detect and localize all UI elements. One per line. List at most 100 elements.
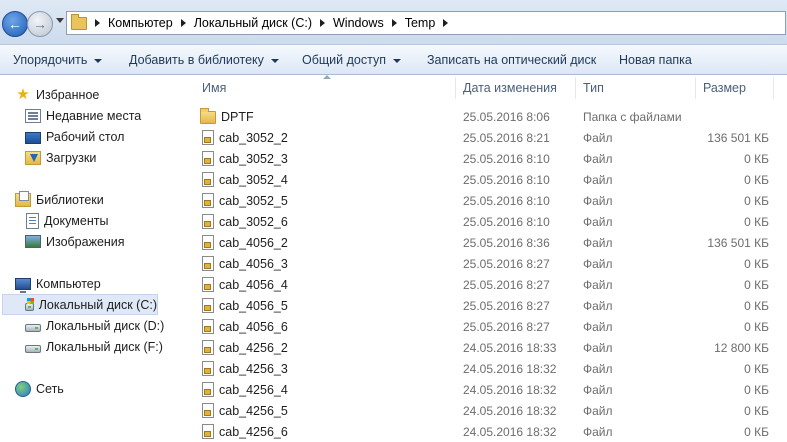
burn-button[interactable]: Записать на оптический диск xyxy=(427,53,596,67)
column-divider[interactable] xyxy=(695,77,696,99)
column-header-size[interactable]: Размер xyxy=(703,75,746,100)
column-header-name[interactable]: Имя xyxy=(202,75,226,100)
nav-computer-label: Компьютер xyxy=(36,276,101,291)
file-name: cab_3052_6 xyxy=(219,214,288,229)
arrow-left-icon: ← xyxy=(8,16,22,32)
file-type: Файл xyxy=(583,235,613,250)
file-row[interactable]: cab_3052_3 25.05.2016 8:10 Файл 0 КБ xyxy=(190,148,787,169)
share-button[interactable]: Общий доступ xyxy=(302,53,401,67)
nav-recent-places[interactable]: Недавние места xyxy=(25,105,141,126)
nav-downloads-label: Загрузки xyxy=(46,150,97,165)
column-type-label: Тип xyxy=(583,80,604,95)
file-name-cell: cab_4056_6 xyxy=(200,316,288,337)
file-row[interactable]: cab_3052_5 25.05.2016 8:10 Файл 0 КБ xyxy=(190,190,787,211)
recent-pages-dropdown[interactable] xyxy=(56,18,64,23)
file-name-cell: cab_4056_5 xyxy=(200,295,288,316)
organize-button[interactable]: Упорядочить xyxy=(13,53,103,67)
file-size: 12 800 КБ xyxy=(714,340,769,355)
new-folder-button[interactable]: Новая папка xyxy=(619,53,692,67)
forward-button[interactable]: → xyxy=(27,11,53,37)
file-name: cab_3052_5 xyxy=(219,193,288,208)
system-drive-icon xyxy=(25,298,34,311)
nav-drive-c[interactable]: Локальный диск (C:) xyxy=(2,294,158,315)
column-divider[interactable] xyxy=(575,77,576,99)
file-name: cab_3052_3 xyxy=(219,151,288,166)
arrow-right-icon: → xyxy=(33,16,47,32)
file-row[interactable]: cab_4056_4 25.05.2016 8:27 Файл 0 КБ xyxy=(190,274,787,295)
nav-downloads[interactable]: Загрузки xyxy=(25,147,96,168)
breadcrumb-drive-c[interactable]: Локальный диск (C:) xyxy=(194,16,312,30)
file-name-cell: cab_3052_2 xyxy=(200,127,288,148)
file-row[interactable]: cab_3052_2 25.05.2016 8:21 Файл 136 501 КБ xyxy=(190,127,787,148)
file-icon xyxy=(202,256,214,271)
nav-favorites[interactable]: ★ Избранное xyxy=(15,84,99,105)
nav-libraries[interactable]: Библиотеки xyxy=(15,189,104,210)
file-name-cell: cab_3052_5 xyxy=(200,190,288,211)
file-size: 0 КБ xyxy=(744,298,769,313)
nav-network-label: Сеть xyxy=(36,381,64,396)
nav-drive-f[interactable]: Локальный диск (F:) xyxy=(25,336,163,357)
file-row[interactable]: cab_3052_4 25.05.2016 8:10 Файл 0 КБ xyxy=(190,169,787,190)
nav-desktop[interactable]: Рабочий стол xyxy=(25,126,124,147)
back-button[interactable]: ← xyxy=(2,11,28,37)
desktop-icon xyxy=(25,131,41,144)
file-icon xyxy=(202,403,214,418)
organize-label: Упорядочить xyxy=(13,53,88,67)
file-row[interactable]: cab_4256_6 24.05.2016 18:32 Файл 0 КБ xyxy=(190,421,787,442)
nav-images[interactable]: Изображения xyxy=(25,231,125,252)
breadcrumb-arrow-icon[interactable] xyxy=(95,19,100,27)
column-divider[interactable] xyxy=(455,77,456,99)
nav-documents[interactable]: Документы xyxy=(25,210,108,231)
file-name: cab_4256_4 xyxy=(219,382,288,397)
file-list: Имя Дата изменения Тип Размер DPTF 25.05.… xyxy=(190,75,787,442)
file-row[interactable]: cab_4056_5 25.05.2016 8:27 Файл 0 КБ xyxy=(190,295,787,316)
file-name-cell: cab_4256_2 xyxy=(200,337,288,358)
file-icon xyxy=(202,193,214,208)
breadcrumb-computer[interactable]: Компьютер xyxy=(108,16,173,30)
breadcrumb-arrow-icon[interactable] xyxy=(443,19,449,27)
file-row[interactable]: DPTF 25.05.2016 8:06 Папка с файлами xyxy=(190,106,787,127)
breadcrumb-arrow-icon[interactable] xyxy=(320,19,325,27)
file-row[interactable]: cab_4056_6 25.05.2016 8:27 Файл 0 КБ xyxy=(190,316,787,337)
file-row[interactable]: cab_4056_2 25.05.2016 8:36 Файл 136 501 КБ xyxy=(190,232,787,253)
file-size: 0 КБ xyxy=(744,361,769,376)
file-name: cab_4256_6 xyxy=(219,424,288,439)
file-row[interactable]: cab_4256_2 24.05.2016 18:33 Файл 12 800 КБ xyxy=(190,337,787,358)
file-row[interactable]: cab_4256_4 24.05.2016 18:32 Файл 0 КБ xyxy=(190,379,787,400)
file-row[interactable]: cab_4256_3 24.05.2016 18:32 Файл 0 КБ xyxy=(190,358,787,379)
column-header-date[interactable]: Дата изменения xyxy=(463,75,557,100)
add-to-library-button[interactable]: Добавить в библиотеку xyxy=(129,53,279,67)
breadcrumb-arrow-icon[interactable] xyxy=(180,19,186,27)
nav-documents-label: Документы xyxy=(44,213,109,228)
nav-computer[interactable]: Компьютер xyxy=(15,273,101,294)
breadcrumb-windows[interactable]: Windows xyxy=(333,16,384,30)
command-bar: Упорядочить Добавить в библиотеку Общий … xyxy=(0,44,787,75)
recent-places-icon xyxy=(25,108,41,123)
file-row[interactable]: cab_3052_6 25.05.2016 8:10 Файл 0 КБ xyxy=(190,211,787,232)
file-date: 24.05.2016 18:33 xyxy=(463,340,557,355)
file-type: Файл xyxy=(583,424,613,439)
nav-network[interactable]: Сеть xyxy=(15,378,64,399)
file-size: 0 КБ xyxy=(744,193,769,208)
nav-drive-d-label: Локальный диск (D:) xyxy=(46,318,165,333)
burn-label: Записать на оптический диск xyxy=(427,53,597,67)
column-divider[interactable] xyxy=(773,77,774,99)
column-name-label: Имя xyxy=(202,80,227,95)
file-row[interactable]: cab_4056_3 25.05.2016 8:27 Файл 0 КБ xyxy=(190,253,787,274)
breadcrumb-temp[interactable]: Temp xyxy=(405,16,436,30)
address-bar[interactable]: Компьютер Локальный диск (C:) Windows Te… xyxy=(66,11,786,35)
sort-ascending-icon xyxy=(323,75,331,79)
nav-drive-d[interactable]: Локальный диск (D:) xyxy=(25,315,164,336)
file-date: 25.05.2016 8:27 xyxy=(463,256,550,271)
file-row[interactable]: cab_4256_5 24.05.2016 18:32 Файл 0 КБ xyxy=(190,400,787,421)
file-icon xyxy=(202,424,214,439)
file-name-cell: cab_4256_4 xyxy=(200,379,288,400)
nav-drive-f-label: Локальный диск (F:) xyxy=(46,339,163,354)
file-icon xyxy=(202,382,214,397)
column-header-type[interactable]: Тип xyxy=(583,75,604,100)
breadcrumb-arrow-icon[interactable] xyxy=(391,19,397,27)
file-type: Файл xyxy=(583,277,613,292)
file-size: 0 КБ xyxy=(744,277,769,292)
file-type: Файл xyxy=(583,151,613,166)
file-name: cab_4056_5 xyxy=(219,298,288,313)
